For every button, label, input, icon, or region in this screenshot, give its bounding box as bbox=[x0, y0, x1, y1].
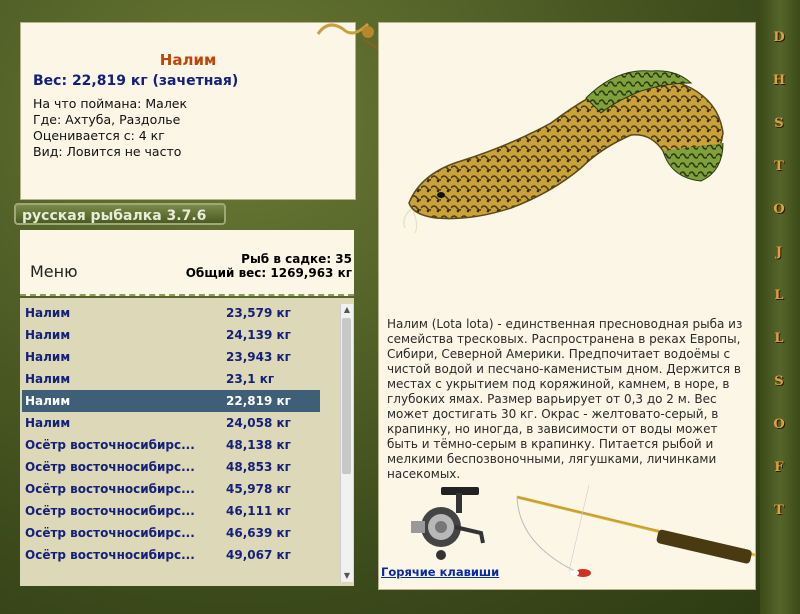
brand-strip-letter: L bbox=[774, 288, 784, 303]
catch-row-weight: 49,067 кг bbox=[226, 548, 291, 562]
catch-list: Налим 23,579 кг Налим 24,139 кг Налим 23,943 … bbox=[20, 298, 354, 586]
catch-list-row[interactable]: Налим 24,139 кг bbox=[22, 324, 320, 346]
catch-list-row[interactable]: Налим 22,819 кг bbox=[22, 390, 320, 412]
catch-row-name: Налим bbox=[25, 372, 71, 386]
catch-row-name: Осётр восточносибирс... bbox=[25, 548, 195, 562]
catch-row-name: Осётр восточносибирс... bbox=[25, 438, 195, 452]
divider bbox=[20, 294, 354, 296]
game-version-badge: русская рыбалка 3.7.6 bbox=[14, 203, 226, 225]
fish-name: Налим bbox=[159, 51, 217, 69]
catch-row-weight: 24,139 кг bbox=[226, 328, 291, 342]
fishing-rod-icon bbox=[516, 485, 756, 577]
catch-list-row[interactable]: Налим 23,579 кг bbox=[22, 302, 320, 324]
catch-row-name: Осётр восточносибирс... bbox=[25, 526, 195, 540]
fish-value: Оценивается с: 4 кг bbox=[33, 128, 165, 143]
fish-place: Где: Ахтуба, Раздолье bbox=[33, 112, 181, 127]
catch-row-weight: 23,1 кг bbox=[226, 372, 275, 386]
fish-bait: На что поймана: Малек bbox=[33, 96, 188, 111]
catch-row-name: Налим bbox=[25, 416, 71, 430]
catch-row-weight: 45,978 кг bbox=[226, 482, 291, 496]
catch-row-name: Осётр восточносибирс... bbox=[25, 460, 195, 474]
total-weight: Общий вес: 1269,963 кг bbox=[185, 266, 352, 280]
catch-list-row[interactable]: Налим 24,058 кг bbox=[22, 412, 320, 434]
scroll-up-icon[interactable]: ▲ bbox=[341, 304, 353, 316]
burbot-image bbox=[403, 70, 724, 233]
catch-row-name: Налим bbox=[25, 394, 71, 408]
brand-strip-letter: D bbox=[773, 30, 785, 45]
menu-button[interactable]: Меню bbox=[30, 262, 78, 281]
vertical-brand-strip bbox=[760, 0, 800, 614]
ornament-icon bbox=[316, 22, 379, 50]
catch-list-row[interactable]: Осётр восточносибирс... 46,639 кг bbox=[22, 522, 320, 544]
catch-list-row[interactable]: Осётр восточносибирс... 46,111 кг bbox=[22, 500, 320, 522]
catch-list-row[interactable]: Осётр восточносибирс... 45,978 кг bbox=[22, 478, 320, 500]
catch-row-name: Налим bbox=[25, 350, 71, 364]
catch-row-weight: 46,639 кг bbox=[226, 526, 291, 540]
catch-row-weight: 23,579 кг bbox=[226, 306, 291, 320]
catch-row-name: Налим bbox=[25, 328, 71, 342]
catch-row-weight: 46,111 кг bbox=[226, 504, 291, 518]
brand-strip-letter: S bbox=[774, 374, 784, 389]
scroll-down-icon[interactable]: ▼ bbox=[341, 570, 353, 582]
brand-strip-letter: O bbox=[773, 417, 785, 432]
fish-description: Налим (Lota lota) - единственная преснов… bbox=[387, 317, 743, 481]
catch-row-weight: 48,853 кг bbox=[226, 460, 291, 474]
brand-strip-letter: L bbox=[774, 331, 784, 346]
fish-info-panel: Налим Вес: 22,819 кг (зачетная) На что п… bbox=[20, 22, 356, 200]
brand-strip-letter: H bbox=[772, 73, 786, 88]
catch-row-name: Осётр восточносибирс... bbox=[25, 504, 195, 518]
fish-kind: Вид: Ловится не часто bbox=[33, 144, 182, 159]
list-scrollbar[interactable]: ▲ ▼ bbox=[340, 304, 353, 582]
hotkeys-link[interactable]: Горячие клавиши bbox=[381, 565, 499, 579]
brand-strip-letter: O bbox=[773, 202, 785, 217]
catch-row-weight: 48,138 кг bbox=[226, 438, 291, 452]
catch-list-row[interactable]: Осётр восточносибирс... 49,067 кг bbox=[22, 544, 320, 566]
catch-row-name: Осётр восточносибирс... bbox=[25, 482, 195, 496]
fish-detail-panel: Налим (Lota lota) - единственная преснов… bbox=[378, 22, 756, 590]
catch-list-row[interactable]: Налим 23,1 кг bbox=[22, 368, 320, 390]
menu-header: Меню Рыб в садке: 35 Общий вес: 1269,963… bbox=[20, 230, 354, 296]
scroll-thumb[interactable] bbox=[342, 318, 351, 474]
brand-strip-letter: S bbox=[774, 116, 784, 131]
catch-list-row[interactable]: Осётр восточносибирс... 48,853 кг bbox=[22, 456, 320, 478]
catch-list-row[interactable]: Осётр восточносибирс... 48,138 кг bbox=[22, 434, 320, 456]
fish-weight: Вес: 22,819 кг (зачетная) bbox=[33, 73, 239, 89]
catch-row-weight: 23,943 кг bbox=[226, 350, 291, 364]
catch-row-weight: 24,058 кг bbox=[226, 416, 291, 430]
fish-count: Рыб в садке: 35 bbox=[241, 252, 352, 266]
reel-icon bbox=[411, 487, 485, 560]
brand-strip-letter: T bbox=[774, 503, 784, 518]
brand-strip-letter: F bbox=[774, 460, 784, 475]
catch-row-name: Налим bbox=[25, 306, 71, 320]
catch-row-weight: 22,819 кг bbox=[226, 394, 291, 408]
brand-strip-letter: J bbox=[775, 245, 783, 260]
brand-strip-letter: T bbox=[774, 159, 784, 174]
catch-list-row[interactable]: Налим 23,943 кг bbox=[22, 346, 320, 368]
